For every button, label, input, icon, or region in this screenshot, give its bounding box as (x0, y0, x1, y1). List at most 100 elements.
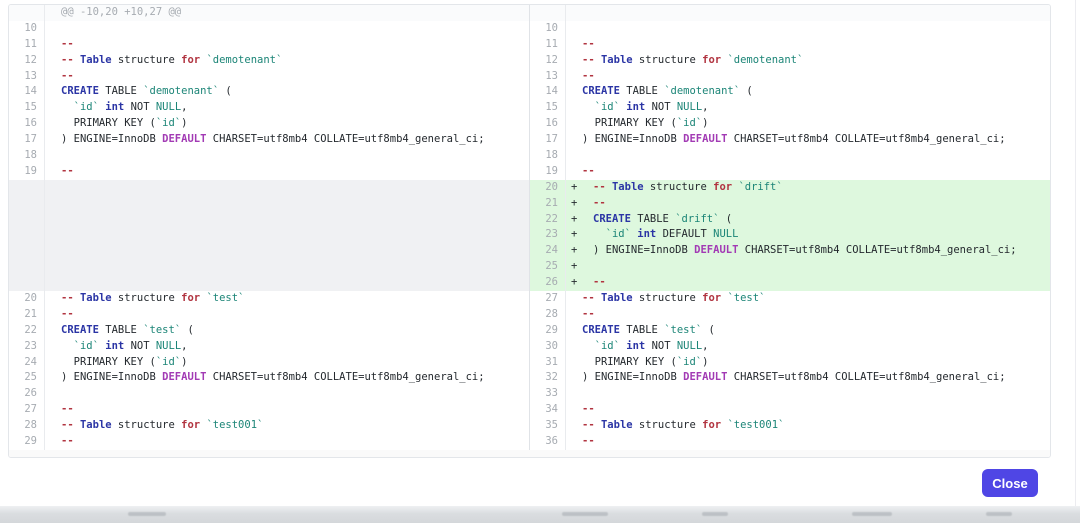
diff-marker (45, 132, 59, 148)
code-line: ) ENGINE=InnoDB DEFAULT CHARSET=utf8mb4 … (580, 132, 1006, 148)
diff-marker (566, 116, 580, 132)
line-number: 20 (9, 291, 45, 307)
line-number: 19 (9, 164, 45, 180)
diff-row: 26 (9, 386, 529, 402)
line-number: 14 (530, 84, 566, 100)
code-line: -- (580, 164, 595, 180)
diff-marker (45, 84, 59, 100)
code-line (59, 259, 61, 275)
diff-row (9, 227, 529, 243)
diff-row: 14CREATE TABLE `demotenant` ( (530, 84, 1050, 100)
diff-marker (45, 307, 59, 323)
diff-marker (566, 323, 580, 339)
diff-row: 17 ) ENGINE=InnoDB DEFAULT CHARSET=utf8mb… (530, 132, 1050, 148)
diff-marker (45, 148, 59, 164)
code-line: ) ENGINE=InnoDB DEFAULT CHARSET=utf8mb4 … (580, 370, 1006, 386)
diff-marker (45, 227, 59, 243)
dimmed-text-smudge (852, 512, 892, 516)
diff-marker (566, 21, 580, 37)
code-line: CREATE TABLE `demotenant` ( (59, 84, 232, 100)
diff-marker (45, 100, 59, 116)
diff-marker (566, 418, 580, 434)
line-number: 10 (9, 21, 45, 37)
line-number: 23 (9, 339, 45, 355)
diff-pane-left: @@ -10,20 +10,27 @@1011--12-- Table stru… (9, 5, 530, 450)
close-button[interactable]: Close (982, 469, 1038, 497)
code-line: `id` int DEFAULT NULL (580, 227, 738, 243)
line-number: 29 (530, 323, 566, 339)
diff-marker (45, 164, 59, 180)
code-line (580, 5, 582, 21)
diff-row: 31 PRIMARY KEY (`id`) (530, 355, 1050, 371)
diff-pane-right: 1011--12-- Table structure for `demotena… (530, 5, 1050, 450)
code-line: `id` int NOT NULL, (59, 100, 187, 116)
diff-row: 11 -- (530, 37, 1050, 53)
line-number: 28 (530, 307, 566, 323)
code-line (59, 227, 61, 243)
line-number: 28 (9, 418, 45, 434)
diff-marker: + (566, 196, 580, 212)
line-number: 14 (9, 84, 45, 100)
code-line: -- (580, 196, 606, 212)
diff-row: 23 `id` int NOT NULL, (9, 339, 529, 355)
code-line (59, 243, 61, 259)
line-number: 26 (9, 386, 45, 402)
diff-row: 26+-- (530, 275, 1050, 291)
line-number: 13 (9, 69, 45, 85)
line-number: 17 (530, 132, 566, 148)
diff-row: @@ -10,20 +10,27 @@ (9, 5, 529, 21)
line-number: 12 (9, 53, 45, 69)
code-line: `id` int NOT NULL, (580, 100, 708, 116)
line-number: 33 (530, 386, 566, 402)
diff-row: 18 (9, 148, 529, 164)
diff-row: 13-- (9, 69, 529, 85)
diff-row: 24+) ENGINE=InnoDB DEFAULT CHARSET=utf8m… (530, 243, 1050, 259)
code-line (59, 275, 61, 291)
line-number (9, 243, 45, 259)
diff-marker: + (566, 212, 580, 228)
diff-marker (566, 339, 580, 355)
code-line: -- (59, 307, 74, 323)
line-number: 24 (530, 243, 566, 259)
diff-row: 22CREATE TABLE `test` ( (9, 323, 529, 339)
line-number: 21 (530, 196, 566, 212)
dimmed-text-smudge (702, 512, 728, 516)
line-number (530, 5, 566, 21)
line-number: 17 (9, 132, 45, 148)
diff-marker (45, 21, 59, 37)
diff-marker (566, 402, 580, 418)
line-number: 11 (530, 37, 566, 53)
line-number: 35 (530, 418, 566, 434)
diff-marker (566, 370, 580, 386)
diff-row: 34-- (530, 402, 1050, 418)
diff-marker (45, 212, 59, 228)
diff-row: 32) ENGINE=InnoDB DEFAULT CHARSET=utf8mb… (530, 370, 1050, 386)
diff-row: 15 `id` int NOT NULL, (9, 100, 529, 116)
line-number: 30 (530, 339, 566, 355)
diff-row: 13-- (530, 69, 1050, 85)
diff-row: 24 PRIMARY KEY (`id`) (9, 355, 529, 371)
line-number: 15 (530, 100, 566, 116)
code-line: -- (59, 37, 74, 53)
diff-bottom-strip (9, 450, 1050, 457)
diff-row: 25+ (530, 259, 1050, 275)
diff-marker (45, 116, 59, 132)
diff-marker: + (566, 275, 580, 291)
diff-row: 10 (9, 21, 529, 37)
diff-marker (45, 323, 59, 339)
diff-marker (45, 53, 59, 69)
diff-marker (45, 386, 59, 402)
line-number: 22 (530, 212, 566, 228)
code-line: -- Table structure for `drift` (580, 180, 783, 196)
code-line: -- (59, 164, 74, 180)
diff-marker (45, 5, 59, 21)
diff-marker (45, 69, 59, 85)
diff-row: 10 (530, 21, 1050, 37)
line-number: 18 (530, 148, 566, 164)
code-line (59, 180, 61, 196)
diff-row: 12-- Table structure for `demotenant` (530, 53, 1050, 69)
diff-row: 30 `id` int NOT NULL, (530, 339, 1050, 355)
code-line: `id` int NOT NULL, (59, 339, 187, 355)
code-line: -- (580, 37, 595, 53)
modal-right-edge (1075, 0, 1076, 506)
